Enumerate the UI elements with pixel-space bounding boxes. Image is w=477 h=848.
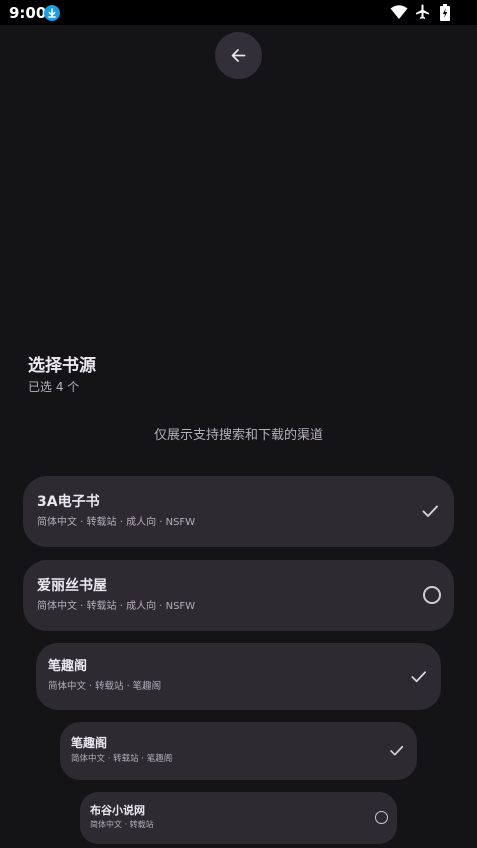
check-icon xyxy=(411,671,427,683)
arrow-left-icon xyxy=(231,49,246,62)
check-icon xyxy=(390,745,404,756)
battery-icon xyxy=(440,4,450,21)
radio-unchecked-icon[interactable] xyxy=(423,586,441,604)
check-icon xyxy=(422,505,438,517)
back-button[interactable] xyxy=(215,32,262,79)
source-item[interactable]: 布谷小说网 简体中文 · 转载站 xyxy=(80,792,397,844)
source-meta: 简体中文 · 转载站 · 笔趣阁 xyxy=(48,681,162,692)
hint-text: 仅展示支持搜索和下载的渠道 xyxy=(153,428,323,443)
selected-count: 已选 4 个 xyxy=(28,380,80,394)
source-meta: 简体中文 · 转载站 · 笔趣阁 xyxy=(71,754,173,764)
screen: 9:00 选择书源 已选 4 个 仅展示支持搜索和下载的渠道 3A电子书 简体中… xyxy=(0,0,477,848)
radio-unchecked-icon[interactable] xyxy=(375,811,388,824)
download-icon xyxy=(44,5,60,21)
source-item[interactable]: 笔趣阁 简体中文 · 转载站 · 笔趣阁 xyxy=(60,722,417,780)
source-item[interactable]: 3A电子书 简体中文 · 转载站 · 成人向 · NSFW xyxy=(23,476,454,547)
page-title: 选择书源 xyxy=(28,356,96,376)
source-meta: 简体中文 · 转载站 xyxy=(90,820,154,829)
source-meta: 简体中文 · 转载站 · 成人向 · NSFW xyxy=(37,601,196,612)
source-name: 3A电子书 xyxy=(37,494,100,510)
source-name: 笔趣阁 xyxy=(71,736,108,750)
source-name: 布谷小说网 xyxy=(90,804,145,817)
source-item[interactable]: 笔趣阁 简体中文 · 转载站 · 笔趣阁 xyxy=(36,643,441,710)
source-meta: 简体中文 · 转载站 · 成人向 · NSFW xyxy=(37,517,196,528)
airplane-icon xyxy=(416,4,429,19)
wifi-icon xyxy=(390,5,408,19)
source-name: 爱丽丝书屋 xyxy=(37,578,107,594)
status-time: 9:00 xyxy=(9,4,47,22)
source-item[interactable]: 爱丽丝书屋 简体中文 · 转载站 · 成人向 · NSFW xyxy=(23,560,454,631)
source-name: 笔趣阁 xyxy=(48,659,88,674)
status-bar: 9:00 xyxy=(0,0,477,25)
